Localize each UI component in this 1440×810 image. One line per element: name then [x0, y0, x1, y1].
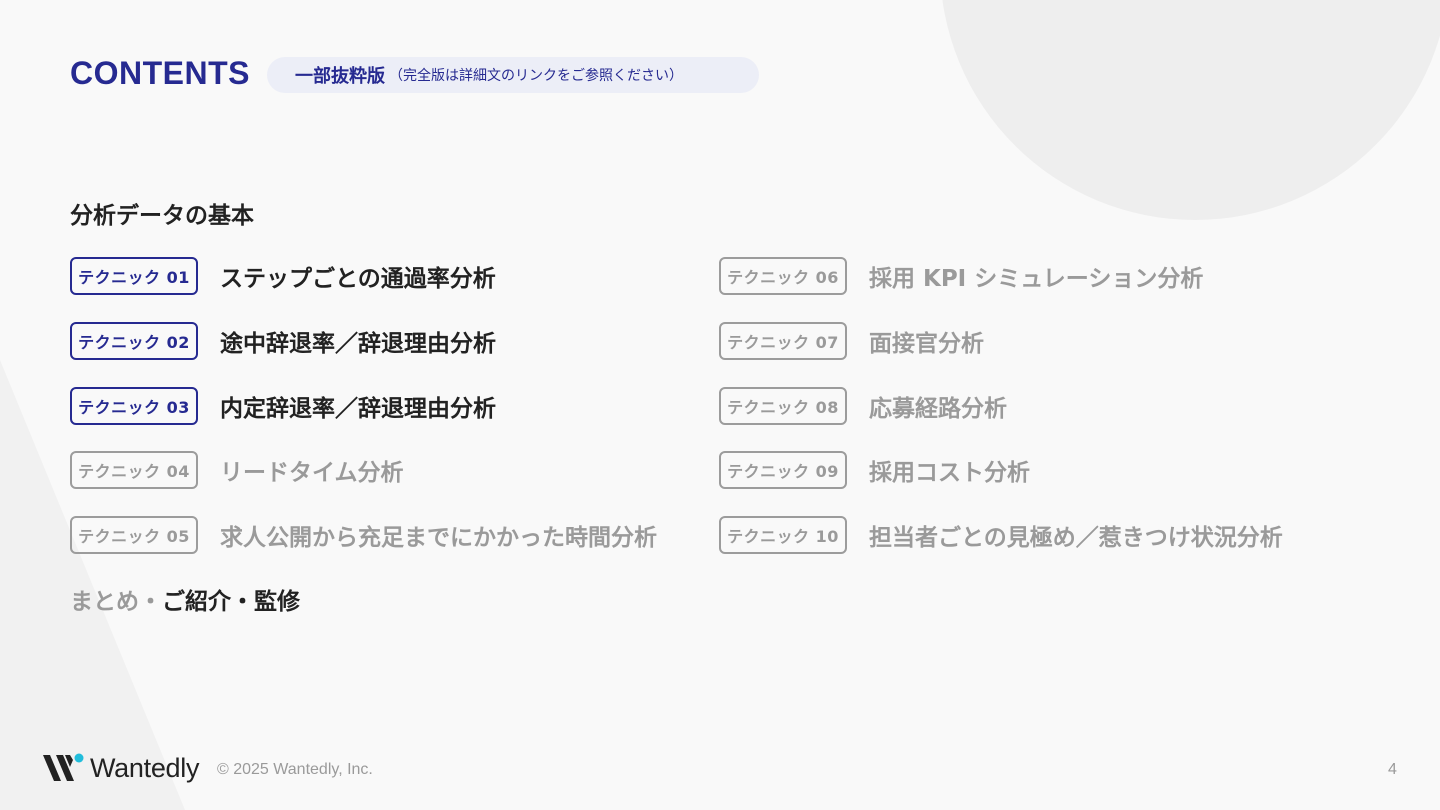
wantedly-mark-icon: [43, 753, 84, 781]
technique-badge: テクニック 03: [70, 387, 198, 425]
technique-badge: テクニック 06: [719, 257, 847, 295]
technique-title: 途中辞退率／辞退理由分析: [220, 331, 496, 357]
technique-title: 採用コスト分析: [869, 460, 1030, 486]
toc-item-06[interactable]: テクニック 06 採用 KPI シミュレーション分析: [719, 257, 1203, 295]
technique-badge: テクニック 09: [719, 451, 847, 489]
summary-label-strong: ご紹介・監修: [162, 589, 300, 615]
toc-item-10[interactable]: テクニック 10 担当者ごとの見極め／惹きつけ状況分析: [719, 516, 1283, 554]
technique-badge: テクニック 08: [719, 387, 847, 425]
technique-title: 求人公開から充足までにかかった時間分析: [220, 525, 657, 551]
technique-badge: テクニック 01: [70, 257, 198, 295]
technique-title: 面接官分析: [869, 331, 984, 357]
edition-pill: 一部抜粋版 （完全版は詳細文のリンクをご参照ください）: [267, 57, 759, 93]
logo-text: Wantedly: [90, 752, 200, 783]
toc-item-05[interactable]: テクニック 05 求人公開から充足までにかかった時間分析: [70, 516, 657, 554]
toc-item-09[interactable]: テクニック 09 採用コスト分析: [719, 451, 1030, 489]
technique-title: 内定辞退率／辞退理由分析: [220, 396, 496, 422]
summary-label-muted: まとめ・: [70, 589, 162, 615]
edition-note: （完全版は詳細文のリンクをご参照ください）: [389, 68, 683, 84]
technique-badge: テクニック 02: [70, 322, 198, 360]
technique-title: 担当者ごとの見極め／惹きつけ状況分析: [869, 525, 1283, 551]
toc-item-02[interactable]: テクニック 02 途中辞退率／辞退理由分析: [70, 322, 496, 360]
background-circle: [940, 0, 1440, 220]
technique-badge: テクニック 10: [719, 516, 847, 554]
technique-title: 応募経路分析: [869, 396, 1007, 422]
technique-title: ステップごとの通過率分析: [220, 266, 496, 292]
toc-item-03[interactable]: テクニック 03 内定辞退率／辞退理由分析: [70, 387, 496, 425]
edition-label: 一部抜粋版: [295, 66, 385, 87]
summary-item[interactable]: まとめ・ご紹介・監修: [70, 582, 300, 616]
technique-badge: テクニック 04: [70, 451, 198, 489]
technique-title: リードタイム分析: [220, 460, 404, 486]
page-title: CONTENTS: [70, 55, 250, 91]
wantedly-logo: Wantedly: [42, 752, 199, 784]
technique-title: 採用 KPI シミュレーション分析: [869, 266, 1204, 292]
toc-item-08[interactable]: テクニック 08 応募経路分析: [719, 387, 1007, 425]
toc-item-07[interactable]: テクニック 07 面接官分析: [719, 322, 984, 360]
toc-item-01[interactable]: テクニック 01 ステップごとの通過率分析: [70, 257, 496, 295]
technique-badge: テクニック 07: [719, 322, 847, 360]
technique-badge: テクニック 05: [70, 516, 198, 554]
section-title: 分析データの基本: [70, 203, 254, 229]
page-number: 4: [1388, 761, 1397, 778]
copyright: © 2025 Wantedly, Inc.: [217, 761, 373, 778]
toc-item-04[interactable]: テクニック 04 リードタイム分析: [70, 451, 404, 489]
